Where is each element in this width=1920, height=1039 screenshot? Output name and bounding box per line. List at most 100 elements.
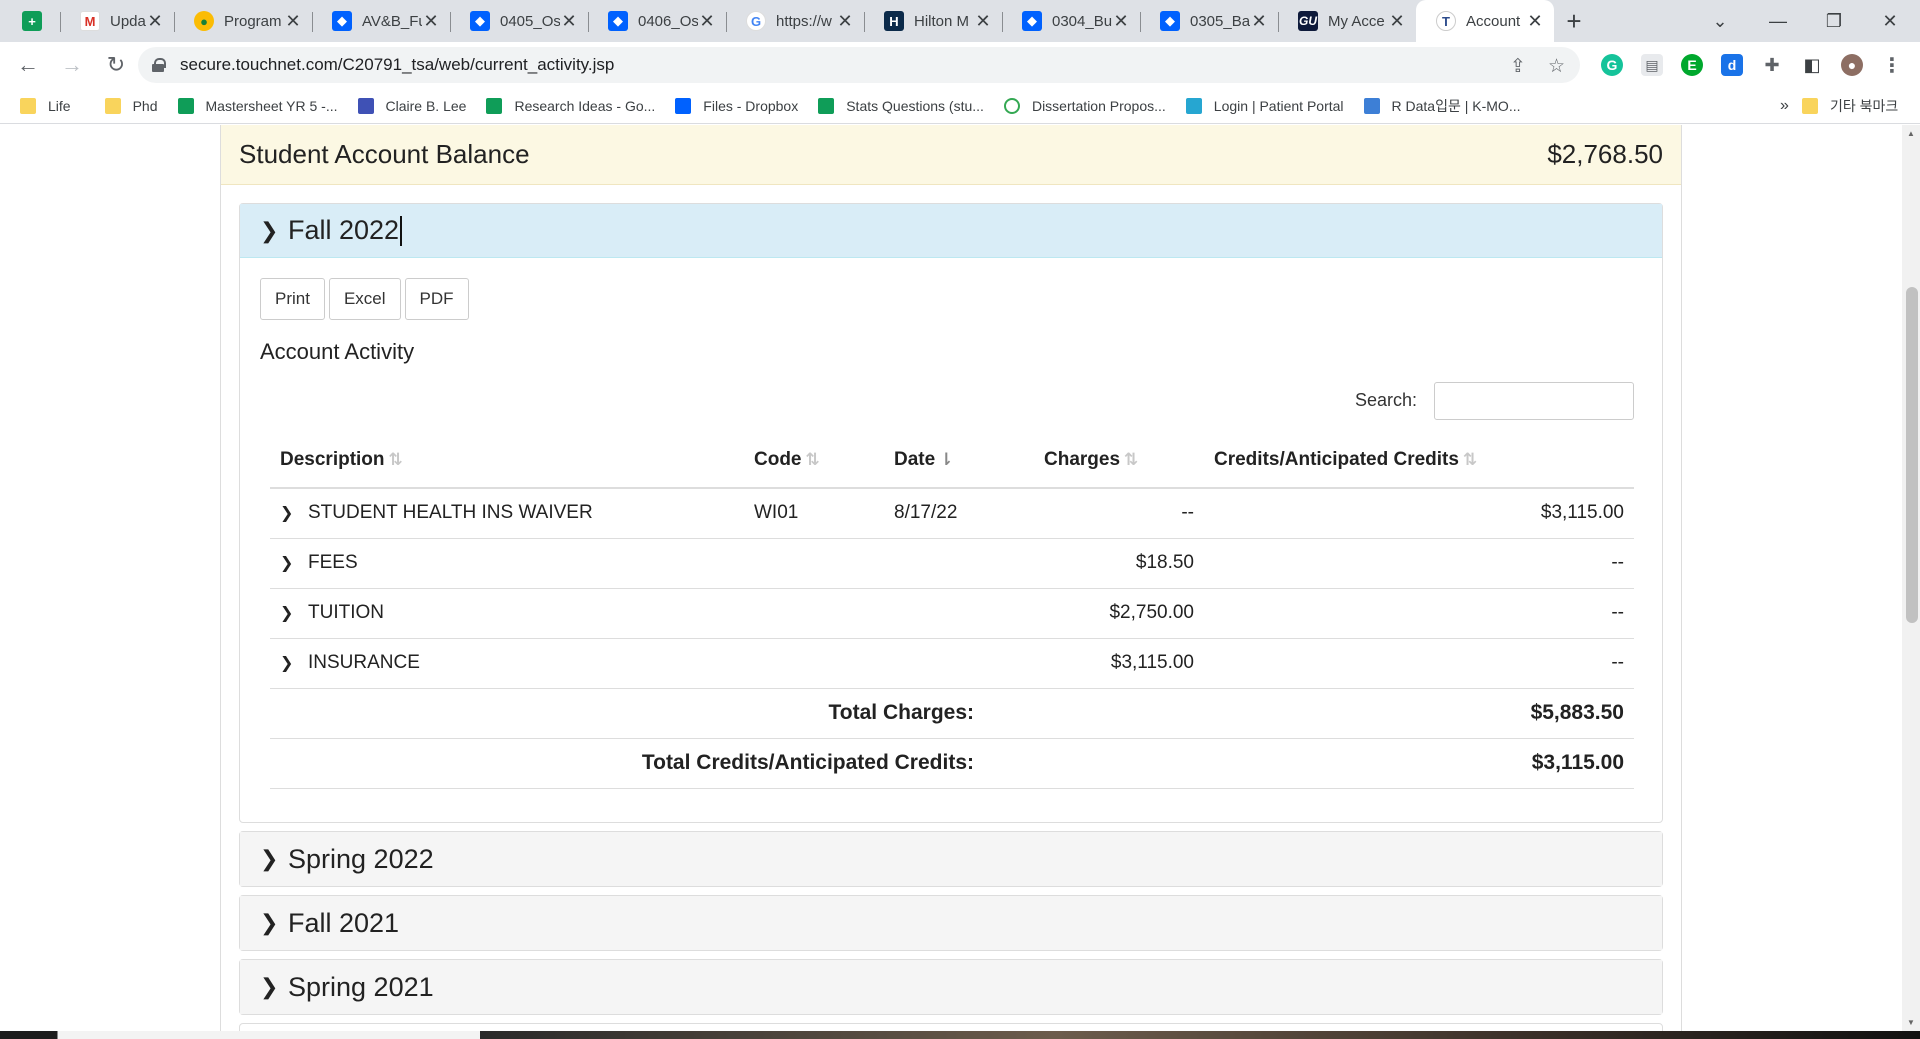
new-tab-button[interactable]: + — [1554, 0, 1594, 42]
document-extension-icon[interactable]: ▤ — [1641, 54, 1663, 76]
chevron-right-icon[interactable]: ❯ — [280, 603, 308, 623]
print-button[interactable]: Print — [260, 278, 325, 320]
browser-tab-8[interactable]: ◆ 0304_Bu ✕ — [1002, 0, 1140, 42]
term-panel-collapsed[interactable]: ❯ Fall 2021 — [239, 895, 1663, 951]
bookmark-item[interactable]: Research Ideas - Go... — [486, 97, 655, 114]
column-header-charges[interactable]: Charges ⇅ — [1034, 432, 1204, 489]
column-header-code[interactable]: Code ⇅ — [744, 432, 884, 489]
row-date — [884, 637, 1034, 688]
other-bookmarks-folder[interactable]: 기타 북마크 — [1802, 96, 1898, 116]
browser-tab-3[interactable]: ◆ AV&B_Fu ✕ — [312, 0, 450, 42]
close-icon[interactable]: ✕ — [422, 11, 440, 32]
term-header[interactable]: ❯ Spring 2022 — [240, 832, 1662, 886]
browser-tab-0[interactable]: + — [0, 0, 60, 42]
reload-icon[interactable]: ↻ — [96, 45, 136, 85]
tab-title: Updated — [110, 12, 146, 30]
sort-icon: ⇅ — [805, 449, 820, 469]
url-text[interactable]: secure.touchnet.com/C20791_tsa/web/curre… — [180, 55, 614, 75]
restore-button[interactable]: ❐ — [1806, 0, 1862, 42]
column-header-description[interactable]: Description ⇅ — [270, 432, 744, 489]
term-panel-collapsed[interactable] — [239, 1023, 1663, 1031]
row-charges: -- — [1181, 502, 1194, 524]
close-icon[interactable]: ✕ — [1388, 11, 1406, 32]
column-header-credits[interactable]: Credits/Anticipated Credits ⇅ — [1204, 432, 1634, 489]
lock-icon[interactable] — [152, 58, 166, 72]
term-header[interactable]: ❯ Fall 2021 — [240, 896, 1662, 950]
browser-tab-7[interactable]: H Hilton M ✕ — [864, 0, 1002, 42]
bookmark-item[interactable]: Mastersheet YR 5 -... — [177, 97, 338, 114]
scrollbar-thumb[interactable] — [1906, 287, 1918, 623]
browser-tab-9[interactable]: ◆ 0305_Ba ✕ — [1140, 0, 1278, 42]
back-icon[interactable]: ← — [8, 45, 48, 85]
close-icon[interactable]: ✕ — [560, 11, 578, 32]
row-description: TUITION — [308, 602, 384, 623]
address-bar[interactable]: secure.touchnet.com/C20791_tsa/web/curre… — [138, 47, 1580, 83]
column-header-date[interactable]: Date ⇂ — [884, 432, 1034, 489]
term-header[interactable]: ❯ Fall 2022 — [240, 204, 1662, 258]
bookmark-item[interactable]: Files - Dropbox — [675, 97, 798, 114]
bookmark-star-icon[interactable]: ☆ — [1548, 55, 1565, 78]
excel-button[interactable]: Excel — [328, 278, 401, 320]
bookmark-item[interactable]: R Data입문 | K-MO... — [1363, 96, 1521, 116]
bookmark-item[interactable]: Stats Questions (stu... — [818, 97, 984, 114]
chevron-right-icon[interactable]: ❯ — [280, 653, 308, 673]
close-icon[interactable]: ✕ — [974, 11, 992, 32]
scroll-up-icon[interactable]: ▲ — [1907, 129, 1915, 138]
close-icon[interactable]: ✕ — [698, 11, 716, 32]
table-row[interactable]: ❯ TUITION $2,750.00 -- — [270, 587, 1634, 638]
extensions-puzzle-icon[interactable]: ✚ — [1761, 54, 1783, 76]
row-description: INSURANCE — [308, 652, 420, 673]
column-label: Charges — [1044, 448, 1121, 470]
chevron-right-icon[interactable]: ❯ — [280, 503, 308, 523]
forward-icon[interactable]: → — [52, 45, 92, 85]
row-date: 8/17/22 — [894, 502, 958, 524]
browser-tab-6[interactable]: G https://w ✕ — [726, 0, 864, 42]
minimize-button[interactable]: — — [1750, 0, 1806, 42]
more-bookmarks-button[interactable]: » — [1780, 97, 1789, 115]
term-title: Fall 2021 — [288, 907, 400, 938]
close-icon[interactable]: ✕ — [284, 11, 302, 32]
close-icon[interactable]: ✕ — [1112, 11, 1130, 32]
browser-tab-active[interactable]: T Account ✕ — [1416, 0, 1554, 42]
close-icon[interactable]: ✕ — [1250, 11, 1268, 32]
browser-tab-10[interactable]: GU My Acce ✕ — [1278, 0, 1416, 42]
browser-tab-2[interactable]: ● Program ✕ — [174, 0, 312, 42]
term-panel-collapsed[interactable]: ❯ Spring 2021 — [239, 959, 1663, 1015]
menu-kebab-icon[interactable]: ⋮ — [1881, 54, 1903, 77]
chevron-down-icon: ❯ — [260, 217, 279, 243]
bookmark-item[interactable]: Claire B. Lee — [357, 97, 466, 114]
row-code — [744, 537, 884, 588]
table-row[interactable]: ❯ INSURANCE $3,115.00 -- — [270, 637, 1634, 688]
search-input[interactable] — [1434, 382, 1634, 420]
section-title: Account Activity — [260, 339, 415, 364]
share-icon[interactable]: ⇪ — [1510, 55, 1526, 78]
evernote-icon[interactable]: E — [1681, 54, 1703, 76]
dictionary-extension-icon[interactable]: d — [1721, 54, 1743, 76]
tab-title: Program — [224, 12, 282, 30]
table-row[interactable]: ❯ STUDENT HEALTH INS WAIVER WI01 8/17/22 … — [270, 488, 1634, 538]
tab-search-icon[interactable]: ⌄ — [1692, 0, 1748, 42]
chevron-right-icon[interactable]: ❯ — [280, 553, 308, 573]
bookmark-item[interactable]: Phd — [104, 97, 158, 114]
term-panel-collapsed[interactable]: ❯ Spring 2022 — [239, 831, 1663, 887]
table-row[interactable]: ❯ FEES $18.50 -- — [270, 537, 1634, 588]
browser-tab-1[interactable]: M Updated ✕ — [60, 0, 174, 42]
scroll-down-icon[interactable]: ▼ — [1907, 1018, 1915, 1027]
browser-tab-4[interactable]: ◆ 0405_Os ✕ — [450, 0, 588, 42]
term-header[interactable]: ❯ Spring 2021 — [240, 960, 1662, 1014]
bookmarks-bar: Life Phd Mastersheet YR 5 -... Claire B.… — [0, 88, 1920, 124]
page-scrollbar[interactable]: ▲ ▼ — [1902, 125, 1920, 1031]
pdf-button[interactable]: PDF — [404, 278, 469, 320]
close-icon[interactable]: ✕ — [1526, 11, 1544, 32]
bookmark-item[interactable]: Dissertation Propos... — [1003, 97, 1166, 114]
browser-tab-5[interactable]: ◆ 0406_Os ✕ — [588, 0, 726, 42]
side-panel-icon[interactable]: ◧ — [1801, 54, 1823, 76]
bookmark-item[interactable]: Life — [20, 97, 71, 114]
close-window-button[interactable]: ✕ — [1862, 0, 1918, 42]
grammarly-icon[interactable]: G — [1601, 54, 1623, 76]
profile-avatar[interactable]: ● — [1841, 54, 1863, 76]
close-icon[interactable]: ✕ — [146, 11, 164, 32]
close-icon[interactable]: ✕ — [836, 11, 854, 32]
bookmark-item[interactable]: Login | Patient Portal — [1185, 97, 1344, 114]
tab-title: Account — [1466, 12, 1521, 30]
